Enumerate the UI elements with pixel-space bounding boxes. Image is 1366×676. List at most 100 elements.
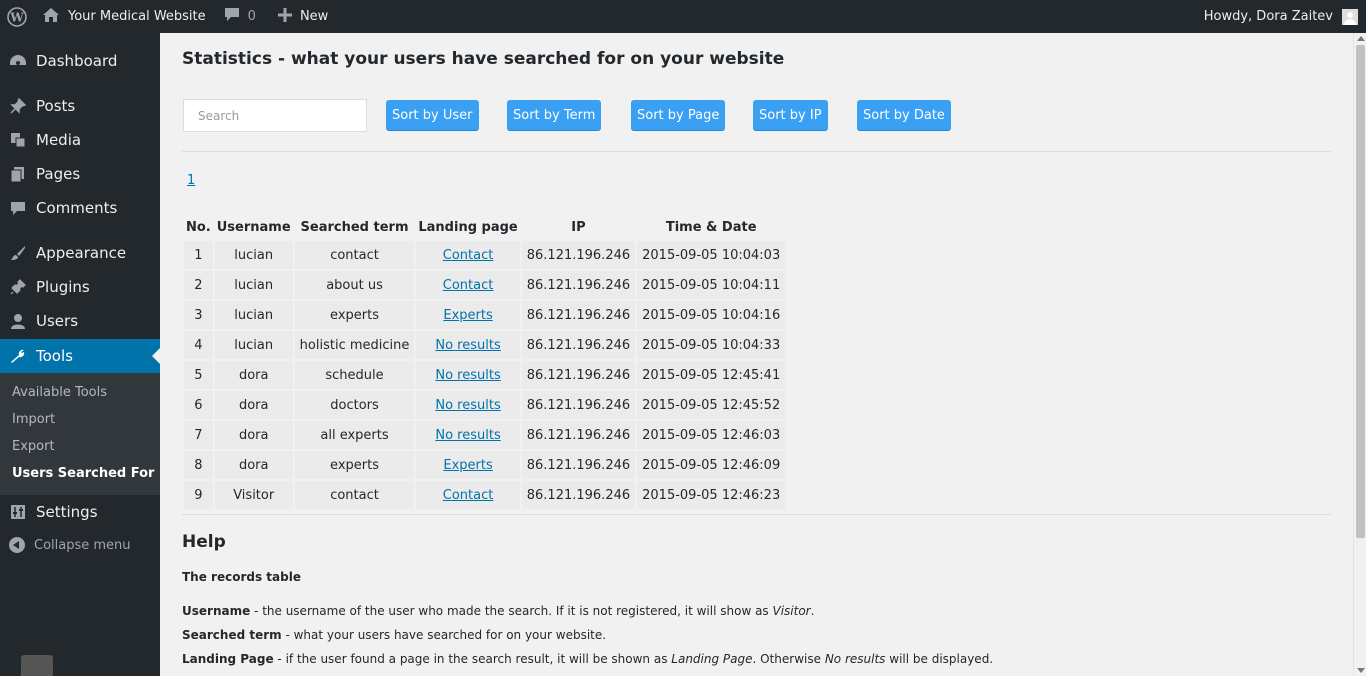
page-title: Statistics - what your users have search…: [182, 49, 785, 69]
cell-landing-page: Experts: [416, 301, 520, 329]
submenu-item-users-searched-for[interactable]: Users Searched For: [12, 466, 154, 481]
sidebar-item-label: Settings: [36, 503, 98, 521]
sidebar-item-label: Media: [36, 131, 82, 149]
cell-no: 9: [184, 481, 213, 509]
cell-ip: 86.121.196.246: [521, 481, 636, 509]
sidebar-item-media[interactable]: Media: [0, 123, 160, 157]
sidebar-item-pages[interactable]: Pages: [0, 157, 160, 191]
table-row: 3 lucian experts Experts 86.121.196.246 …: [184, 301, 786, 329]
sort-by-ip-button[interactable]: Sort by IP: [753, 100, 828, 130]
cell-landing-page: Contact: [416, 271, 520, 299]
collapse-menu-button[interactable]: Collapse menu: [0, 537, 131, 553]
cell-searched-term: experts: [294, 301, 415, 329]
cell-ip: 86.121.196.246: [521, 421, 636, 449]
landing-page-link[interactable]: Experts: [443, 458, 492, 473]
sidebar-item-settings[interactable]: Settings: [0, 495, 160, 529]
page-link[interactable]: 1: [187, 173, 195, 188]
new-content-button[interactable]: New: [277, 0, 329, 33]
help-subheading: The records table: [182, 570, 301, 584]
cell-username: dora: [214, 391, 293, 419]
cell-time-date: 2015-09-05 10:04:03: [637, 241, 786, 269]
help-line-searched-term: Searched term - what your users have sea…: [182, 628, 606, 642]
cell-ip: 86.121.196.246: [521, 301, 636, 329]
collapse-arrow-icon: [0, 537, 34, 553]
landing-page-link[interactable]: Contact: [443, 488, 494, 503]
sidebar-item-comments[interactable]: Comments: [0, 191, 160, 225]
help-line-landing-page: Landing Page - if the user found a page …: [182, 652, 993, 666]
table-row: 9 Visitor contact Contact 86.121.196.246…: [184, 481, 786, 509]
user-icon: [0, 313, 36, 329]
site-name-link[interactable]: Your Medical Website: [42, 0, 206, 33]
cell-no: 6: [184, 391, 213, 419]
wordpress-logo-icon[interactable]: W: [0, 0, 34, 33]
sort-by-page-button[interactable]: Sort by Page: [631, 100, 726, 130]
submenu-item-import[interactable]: Import: [12, 412, 55, 427]
divider: [182, 514, 1331, 515]
cell-ip: 86.121.196.246: [521, 331, 636, 359]
table-row: 5 dora schedule No results 86.121.196.24…: [184, 361, 786, 389]
plug-icon: [0, 279, 36, 295]
landing-page-link[interactable]: No results: [435, 368, 500, 383]
cell-time-date: 2015-09-05 12:46:09: [637, 451, 786, 479]
landing-page-link[interactable]: Contact: [443, 248, 494, 263]
sidebar-item-users[interactable]: Users: [0, 304, 160, 338]
pages-icon: [0, 166, 36, 182]
cell-username: dora: [214, 361, 293, 389]
cell-no: 7: [184, 421, 213, 449]
landing-page-link[interactable]: No results: [435, 338, 500, 353]
my-account-menu[interactable]: Howdy, Dora Zaitev: [1204, 0, 1358, 33]
help-text-tail: .: [810, 604, 815, 618]
landing-page-link[interactable]: Experts: [443, 308, 492, 323]
sidebar-item-label: Plugins: [36, 278, 90, 296]
plus-icon: [277, 7, 292, 26]
help-term: Searched term: [182, 628, 282, 642]
cell-time-date: 2015-09-05 10:04:33: [637, 331, 786, 359]
cell-landing-page: No results: [416, 331, 520, 359]
comments-link[interactable]: 0: [224, 0, 256, 33]
help-emphasis: No results: [824, 652, 886, 666]
help-emphasis: Landing Page: [671, 652, 753, 666]
sidebar-item-label: Dashboard: [36, 52, 118, 70]
landing-page-link[interactable]: Contact: [443, 278, 494, 293]
main-content: Statistics - what your users have search…: [160, 33, 1353, 676]
cell-time-date: 2015-09-05 10:04:16: [637, 301, 786, 329]
search-input[interactable]: [183, 99, 367, 132]
sort-by-user-button[interactable]: Sort by User: [386, 100, 479, 130]
bottom-tab: [21, 655, 53, 676]
sort-by-term-button[interactable]: Sort by Term: [507, 100, 602, 130]
new-label: New: [299, 9, 329, 24]
landing-page-link[interactable]: No results: [435, 428, 500, 443]
submenu-item-export[interactable]: Export: [12, 439, 55, 454]
help-text: - if the user found a page in the search…: [273, 652, 672, 666]
cell-username: lucian: [214, 331, 293, 359]
sidebar-item-appearance[interactable]: Appearance: [0, 236, 160, 270]
help-term: Username: [182, 604, 251, 618]
submenu-item-available-tools[interactable]: Available Tools: [12, 385, 107, 400]
sidebar-item-label: Users: [36, 312, 79, 330]
help-text: - what your users have searched for on y…: [281, 628, 607, 642]
cell-time-date: 2015-09-05 10:04:11: [637, 271, 786, 299]
cell-landing-page: Contact: [416, 481, 520, 509]
table-row: 2 lucian about us Contact 86.121.196.246…: [184, 271, 786, 299]
sidebar-item-plugins[interactable]: Plugins: [0, 270, 160, 304]
avatar: [1342, 8, 1358, 25]
vertical-scrollbar[interactable]: [1353, 33, 1366, 676]
help-heading: Help: [182, 532, 226, 552]
cell-searched-term: contact: [294, 241, 415, 269]
sidebar-item-label: Appearance: [36, 244, 127, 262]
scroll-up-arrow-icon[interactable]: [1357, 36, 1365, 41]
landing-page-link[interactable]: No results: [435, 398, 500, 413]
cell-no: 4: [184, 331, 213, 359]
sort-by-date-button[interactable]: Sort by Date: [857, 100, 951, 130]
cell-searched-term: holistic medicine: [294, 331, 415, 359]
column-header-ip: IP: [571, 219, 586, 235]
sidebar-item-tools[interactable]: Tools: [0, 339, 160, 373]
scroll-down-arrow-icon[interactable]: [1357, 668, 1365, 673]
sidebar-item-posts[interactable]: Posts: [0, 89, 160, 123]
table-row: 4 lucian holistic medicine No results 86…: [184, 331, 786, 359]
scrollbar-thumb[interactable]: [1356, 45, 1365, 538]
sidebar-item-label: Tools: [36, 347, 73, 365]
cell-username: dora: [214, 421, 293, 449]
admin-sidebar: Dashboard Posts Media Pages Comments App…: [0, 33, 160, 676]
sidebar-item-dashboard[interactable]: Dashboard: [0, 44, 160, 78]
